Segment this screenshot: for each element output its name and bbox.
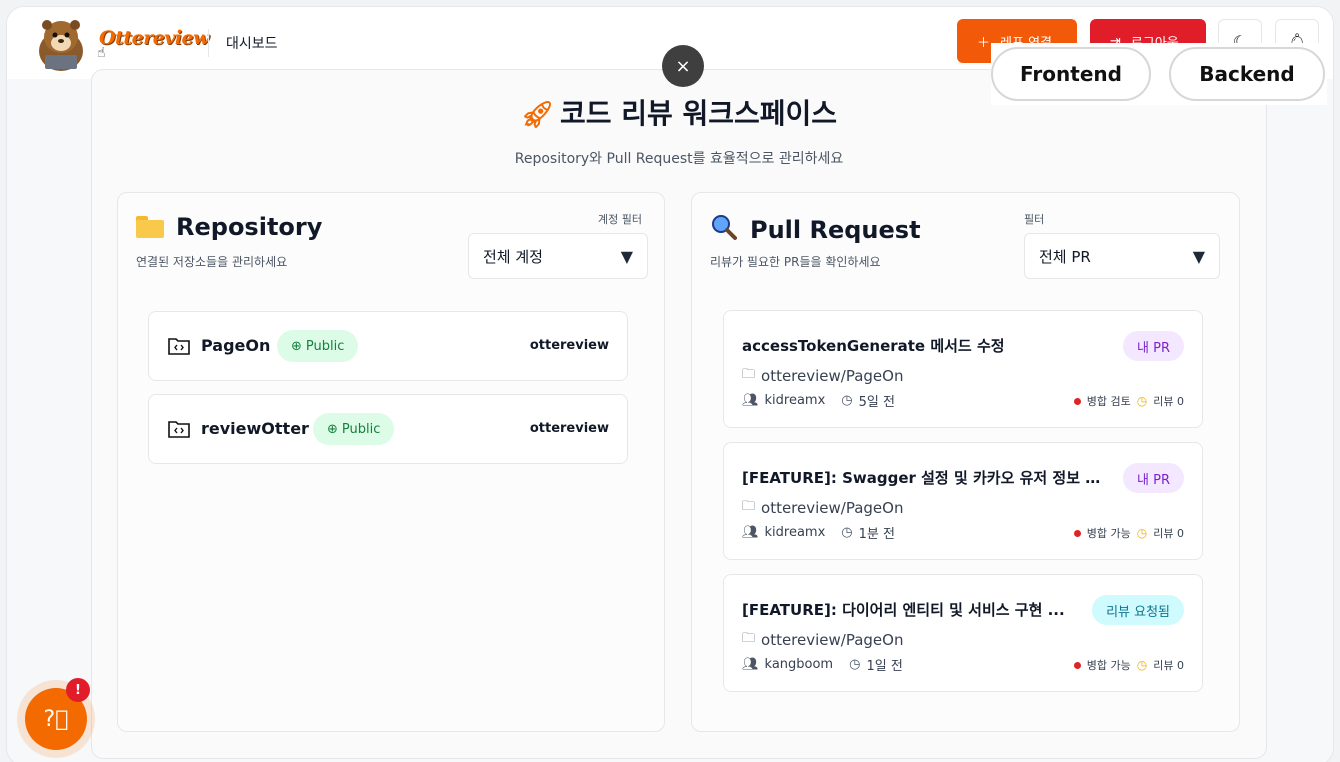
pr-author: kidreamx — [764, 525, 826, 540]
repo-folder-code-icon — [168, 421, 190, 438]
repository-panel-title: Repository — [136, 213, 322, 241]
pull-request-panel-title: Pull Request — [710, 213, 921, 247]
repository-panel: Repository 연결된 저장소들을 관리하세요 계정 필터 전체 계정 ▼… — [117, 192, 665, 732]
pr-repo-text: ottereview/PageOn — [761, 631, 904, 649]
merge-status-dot — [1073, 397, 1081, 405]
nav-dashboard-link[interactable]: 대시보드 — [226, 33, 278, 53]
stack-tab-group: Frontend Backend — [991, 43, 1327, 105]
tab-backend[interactable]: Backend — [1169, 47, 1325, 101]
repo-folder-code-icon — [168, 338, 190, 355]
users-icon: 👥︎ — [742, 525, 759, 540]
otter-mascot-icon[interactable] — [31, 13, 91, 73]
repository-title-text: Repository — [176, 213, 323, 241]
repository-panel-description: 연결된 저장소들을 관리하세요 — [136, 255, 288, 269]
pull-request-title-text: Pull Request — [750, 216, 921, 244]
workspace-title-text: 코드 리뷰 워크스페이스 — [559, 97, 838, 130]
my-pr-badge: 내 PR — [1123, 331, 1184, 361]
folder-icon — [136, 216, 164, 238]
pr-repo: 🗀 ottereview/PageOn — [742, 629, 903, 651]
dropdown-caret-icon: ▼ — [1192, 246, 1205, 266]
pr-title: [FEATURE]: Swagger 설정 및 카카오 유저 정보 수... — [742, 469, 1112, 487]
users-icon: 👥︎ — [742, 657, 759, 672]
workspace-card: 🚀︎ 코드 리뷰 워크스페이스 Repository와 Pull Request를… — [91, 69, 1267, 759]
repo-card[interactable]: reviewOtter ⊕ Public ottereview — [148, 394, 628, 464]
users-icon: 👥︎ — [742, 393, 759, 408]
public-badge: ⊕ Public — [313, 413, 395, 445]
pr-title: accessTokenGenerate 메서드 수정 — [742, 337, 1005, 355]
public-badge-label: Public — [305, 338, 345, 354]
pr-meta: 👥︎ kangboom ◷ 1일 전 — [742, 655, 903, 674]
plus-icon: ＋ — [977, 35, 991, 51]
pr-filter-value: 전체 PR — [1039, 247, 1091, 266]
pr-title: [FEATURE]: 다이어리 엔티티 및 서비스 구현 ... — [742, 601, 1065, 619]
pr-card[interactable]: [FEATURE]: Swagger 설정 및 카카오 유저 정보 수... 내… — [723, 442, 1203, 560]
overlay-close-button[interactable]: × — [662, 45, 704, 87]
account-filter-value: 전체 계정 — [483, 247, 543, 266]
repo-folder-code-icon: 🗀 — [742, 499, 756, 514]
magnifier-icon — [710, 213, 738, 247]
review-count: 리뷰 0 — [1153, 395, 1184, 408]
my-pr-badge: 내 PR — [1123, 463, 1184, 493]
review-clock-icon: ◷ — [1136, 658, 1148, 672]
app-frame: Ottereview ☝ 대시보드 ＋ 레포 연결 ⇥ 로그아웃 ☾ 🔔︎ × … — [6, 6, 1334, 762]
pr-filter-label: 필터 — [1024, 213, 1045, 226]
pr-filter-select[interactable]: 전체 PR ▼ — [1024, 233, 1220, 279]
help-alert-badge: ! — [66, 678, 90, 702]
workspace-subtitle: Repository와 Pull Request를 효율적으로 관리하세요 — [514, 151, 844, 167]
pr-meta: 👥︎ kidreamx ◷ 5일 전 — [742, 391, 895, 410]
pr-author: kidreamx — [764, 393, 826, 408]
review-count: 리뷰 0 — [1153, 527, 1184, 540]
globe-icon: ⊕ — [327, 421, 338, 437]
pr-time: 5일 전 — [858, 395, 895, 410]
globe-icon: ⊕ — [291, 338, 302, 354]
pr-meta: 👥︎ kidreamx ◷ 1분 전 — [742, 523, 895, 542]
close-icon: × — [675, 55, 691, 77]
pr-repo: 🗀 ottereview/PageOn — [742, 497, 903, 519]
pull-request-panel: Pull Request 리뷰가 필요한 PR들을 확인하세요 필터 전체 PR… — [691, 192, 1240, 732]
repo-folder-code-icon: 🗀 — [742, 631, 756, 646]
repo-owner: ottereview — [529, 338, 609, 353]
clock-icon: ◷ — [841, 393, 853, 408]
pr-time: 1일 전 — [866, 659, 903, 674]
review-requested-badge: 리뷰 요청됨 — [1092, 595, 1184, 625]
pr-card[interactable]: accessTokenGenerate 메서드 수정 내 PR 🗀 ottere… — [723, 310, 1203, 428]
public-badge-label: Public — [341, 421, 381, 437]
account-filter-label: 계정 필터 — [598, 213, 642, 226]
repo-name: PageOn — [201, 336, 271, 355]
pull-request-panel-description: 리뷰가 필요한 PR들을 확인하세요 — [710, 255, 881, 269]
review-clock-icon: ◷ — [1136, 394, 1148, 408]
pr-author: kangboom — [764, 657, 834, 672]
pr-repo-text: ottereview/PageOn — [761, 367, 904, 385]
help-question-icon: ?⃝ — [43, 706, 69, 732]
public-badge: ⊕ Public — [277, 330, 359, 362]
repo-folder-code-icon: 🗀 — [742, 367, 756, 382]
dropdown-caret-icon: ▼ — [620, 246, 633, 266]
merge-status-dot — [1073, 529, 1081, 537]
clock-icon: ◷ — [849, 657, 861, 672]
pointer-cursor-icon: ☝ — [97, 45, 106, 61]
logo-wordmark[interactable]: Ottereview — [99, 27, 210, 49]
rocket-icon: 🚀︎ — [520, 100, 554, 130]
pr-status: 병합 가능 ◷ 리뷰 0 — [1073, 525, 1184, 541]
review-clock-icon: ◷ — [1136, 526, 1148, 540]
account-filter-select[interactable]: 전체 계정 ▼ — [468, 233, 648, 279]
merge-status-dot — [1073, 661, 1081, 669]
repo-card[interactable]: PageOn ⊕ Public ottereview — [148, 311, 628, 381]
clock-icon: ◷ — [841, 525, 853, 540]
merge-status: 병합 가능 — [1086, 527, 1131, 540]
review-count: 리뷰 0 — [1153, 659, 1184, 672]
pr-status: 병합 가능 ◷ 리뷰 0 — [1073, 657, 1184, 673]
pr-status: 병합 검토 ◷ 리뷰 0 — [1073, 393, 1184, 409]
repo-name: reviewOtter — [201, 419, 309, 438]
pr-repo: 🗀 ottereview/PageOn — [742, 365, 903, 387]
tab-frontend[interactable]: Frontend — [991, 47, 1151, 101]
repo-owner: ottereview — [529, 421, 609, 436]
merge-status: 병합 검토 — [1086, 395, 1131, 408]
merge-status: 병합 가능 — [1086, 659, 1131, 672]
pr-card[interactable]: [FEATURE]: 다이어리 엔티티 및 서비스 구현 ... 리뷰 요청됨 … — [723, 574, 1203, 692]
pr-time: 1분 전 — [858, 527, 895, 542]
header-divider — [208, 29, 209, 57]
pr-repo-text: ottereview/PageOn — [761, 499, 904, 517]
